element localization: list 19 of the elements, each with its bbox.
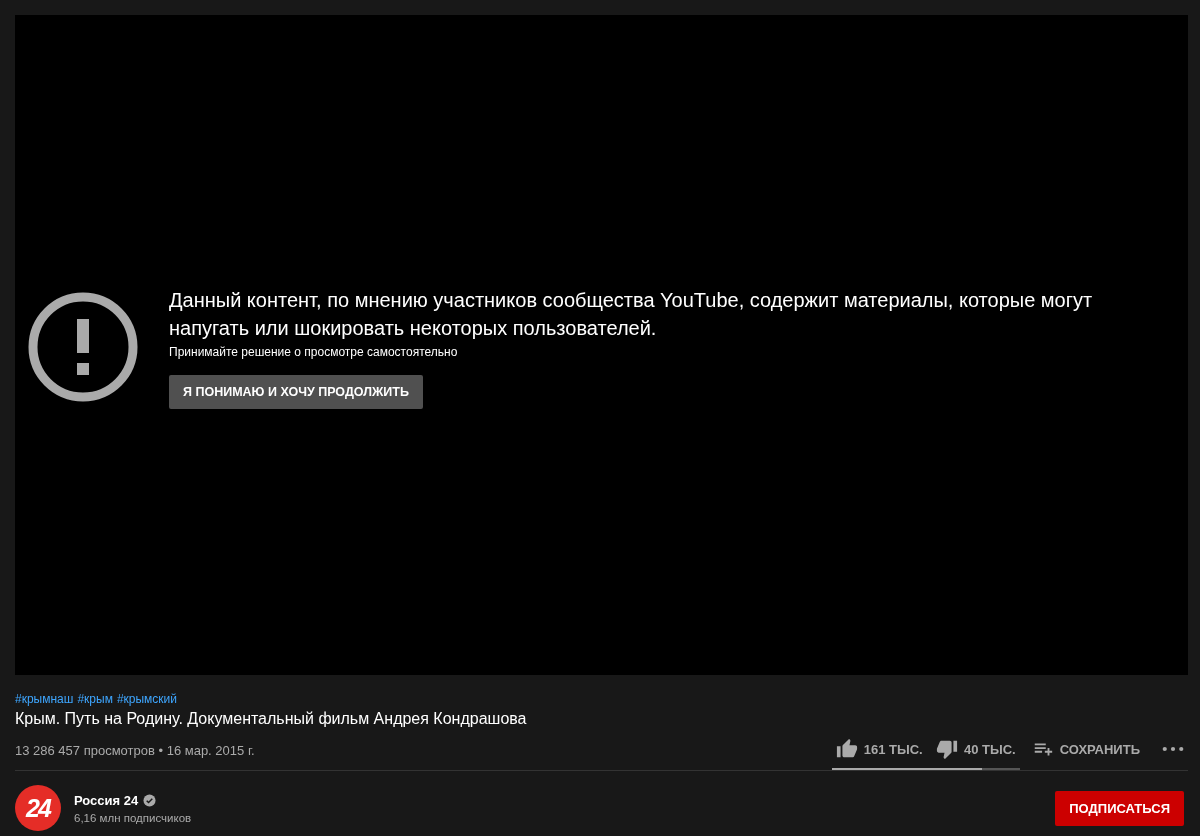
subscribe-button[interactable]: ПОДПИСАТЬСЯ <box>1055 790 1184 826</box>
thumbs-down-icon <box>935 738 958 760</box>
more-icon <box>1162 744 1184 754</box>
save-button[interactable]: СОХРАНИТЬ <box>1027 732 1144 766</box>
warning-message: Данный контент, по мнению участников сообщества YouTube, содержит материалы, которые могут напугать или шокировать некоторых пользователей. <box>169 287 1094 341</box>
hashtag-link[interactable]: #крым <box>77 692 113 706</box>
dislike-button[interactable]: 40 ТЫС. <box>931 732 1020 766</box>
video-stats: 13 286 457 просмотров • 16 мар. 2015 г. <box>15 743 255 758</box>
continue-button[interactable]: Я ПОНИМАЮ И ХОЧУ ПРОДОЛЖИТЬ <box>169 374 423 409</box>
warning-icon <box>27 291 139 403</box>
channel-name[interactable]: Россия 24 <box>74 792 139 808</box>
subscriber-count: 6,16 млн подписчиков <box>74 811 193 824</box>
warning-hint: Принимайте решение о просмотре самостоятельно <box>169 344 459 359</box>
thumbs-up-icon <box>835 738 858 760</box>
like-button[interactable]: 161 ТЫС. <box>831 732 927 766</box>
hashtag-link[interactable]: #крымский <box>116 692 178 706</box>
hashtag-link[interactable]: #крымнаш <box>15 692 74 706</box>
channel-avatar[interactable]: 24 <box>15 785 61 831</box>
video-title: Крым. Путь на Родину. Документальный фильм Андрея Кондрашова <box>15 710 528 728</box>
